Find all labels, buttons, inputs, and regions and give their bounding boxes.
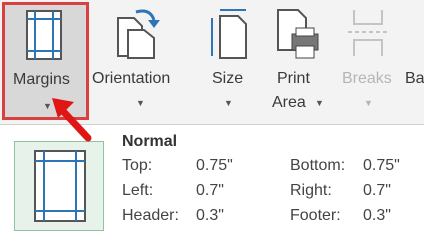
breaks-icon [348,10,388,56]
page-margins-icon [34,150,86,222]
bottom-label: Bottom: [290,157,346,174]
red-arrow-annotation [52,98,92,142]
bottom-value: 0.75" [363,157,400,174]
margins-icon [26,10,62,60]
orientation-button[interactable]: Orientation ▼ [92,0,192,124]
breaks-button[interactable]: Breaks ▼ [338,0,400,124]
print-area-button[interactable]: Print Area ▼ [268,0,328,124]
header-value: 0.3" [196,207,224,224]
option-title: Normal [122,133,178,150]
chevron-down-icon: ▼ [136,98,145,108]
right-value: 0.7" [363,182,391,199]
print-area-label-line2: Area [272,94,306,111]
print-area-label-line1: Print [277,70,310,87]
background-label-partial[interactable]: Ba [405,70,424,88]
top-label: Top: [122,157,153,174]
orientation-icon [117,9,160,59]
size-icon [211,9,247,59]
margins-label: Margins [13,71,70,88]
orientation-label: Orientation [92,70,171,87]
chevron-down-icon: ▼ [364,98,373,108]
footer-label: Footer: [290,207,341,224]
size-button[interactable]: Size ▼ [204,0,254,124]
footer-value: 0.3" [363,207,391,224]
margin-preview [14,141,104,231]
chevron-down-icon: ▼ [224,98,233,108]
right-label: Right: [290,182,332,199]
left-value: 0.7" [196,182,224,199]
left-label: Left: [122,182,154,199]
size-label: Size [212,70,244,87]
header-label: Header: [122,207,179,224]
top-value: 0.75" [196,157,233,174]
breaks-label: Breaks [342,70,392,87]
print-area-icon [277,9,319,59]
chevron-down-icon: ▼ [315,98,324,108]
